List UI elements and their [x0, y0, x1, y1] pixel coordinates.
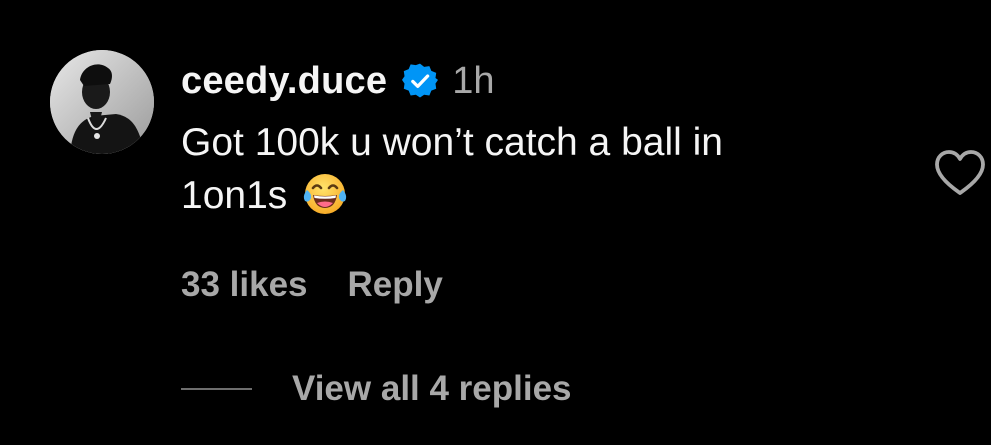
avatar[interactable]: [50, 50, 154, 154]
heart-outline-icon: [935, 150, 985, 195]
username[interactable]: ceedy.duce: [181, 60, 387, 103]
comment-actions: 33 likes Reply: [181, 262, 443, 308]
timestamp: 1h: [452, 59, 495, 102]
comment-text-line-2-wrap: 1on1s: [181, 169, 881, 222]
like-button[interactable]: [932, 148, 988, 198]
avatar-image: [50, 50, 154, 154]
comment-text-line-2: 1on1s: [181, 174, 288, 217]
comment-header: ceedy.duce 1h: [181, 56, 494, 106]
comment: ceedy.duce 1h Got 100k u won’t catch a b…: [0, 0, 991, 445]
verified-badge-icon: [402, 63, 439, 99]
likes-count[interactable]: 33 likes: [181, 265, 308, 305]
view-replies-button[interactable]: View all 4 replies: [292, 369, 572, 409]
face-with-tears-of-joy-icon: [301, 170, 349, 218]
replies-divider: [181, 388, 252, 390]
comment-text: Got 100k u won’t catch a ball in 1on1s: [181, 116, 881, 222]
view-replies-row[interactable]: View all 4 replies: [181, 366, 572, 412]
comment-text-line-1: Got 100k u won’t catch a ball in: [181, 121, 723, 164]
reply-button[interactable]: Reply: [348, 265, 443, 305]
